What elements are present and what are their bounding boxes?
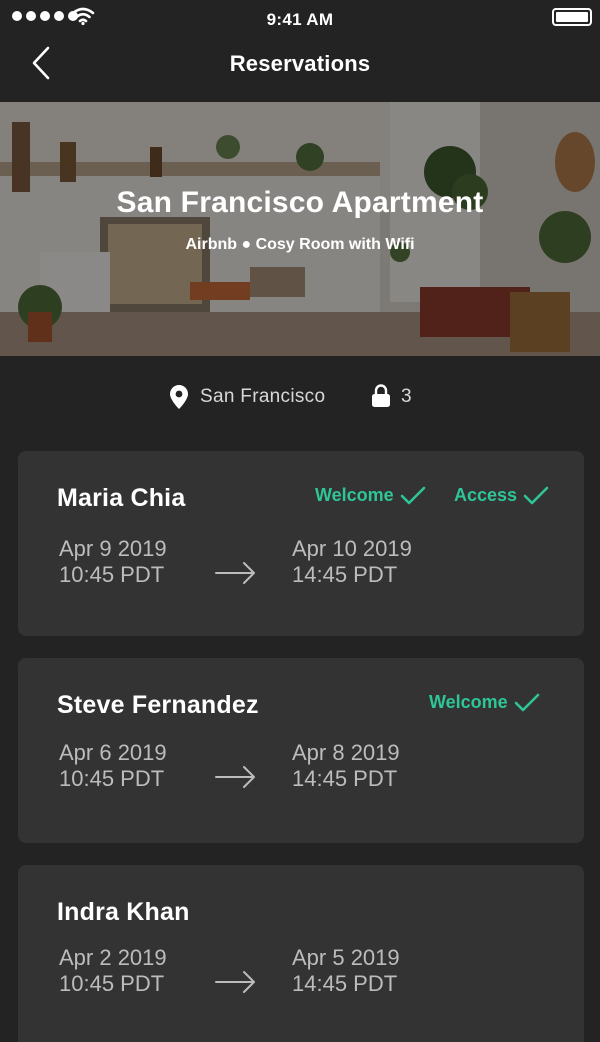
check-out-time: 14:45 PDT: [292, 562, 398, 587]
checkmark-icon: [523, 486, 549, 504]
property-info-row: San Francisco 3: [0, 378, 600, 418]
map-pin-icon: [170, 385, 188, 409]
checkmark-icon: [514, 693, 540, 711]
reservations-screen: 9:41 AM Reservations San Francisco Apart…: [0, 0, 600, 1042]
badge-label: Access: [454, 485, 518, 505]
check-out-datetime: Apr 10 2019 14:45 PDT: [292, 536, 412, 588]
reservation-card[interactable]: Steve Fernandez Welcome Apr 6 2019 10:45…: [18, 658, 584, 843]
hero-overlay: [0, 102, 600, 356]
arrow-right-icon: [215, 766, 255, 788]
arrow-right-icon: [215, 971, 255, 993]
badge-label: Welcome: [315, 485, 394, 505]
welcome-badge: Welcome: [315, 485, 426, 506]
check-out-datetime: Apr 8 2019 14:45 PDT: [292, 740, 400, 792]
lock-count: 3: [401, 386, 412, 407]
guest-name: Maria Chia: [57, 484, 186, 512]
check-in-date: Apr 2 2019: [59, 945, 167, 970]
check-in-datetime: Apr 2 2019 10:45 PDT: [59, 945, 167, 997]
checkmark-icon: [400, 486, 426, 504]
badge-label: Welcome: [429, 692, 508, 712]
check-out-date: Apr 8 2019: [292, 740, 400, 765]
property-subtitle: Airbnb ● Cosy Room with Wifi: [185, 236, 415, 253]
guest-name: Steve Fernandez: [57, 691, 259, 719]
access-badge: Access: [454, 485, 549, 506]
page-title: Reservations: [229, 51, 371, 76]
check-out-datetime: Apr 5 2019 14:45 PDT: [292, 945, 400, 997]
check-out-time: 14:45 PDT: [292, 971, 398, 996]
check-in-datetime: Apr 6 2019 10:45 PDT: [59, 740, 167, 792]
check-out-time: 14:45 PDT: [292, 766, 398, 791]
arrow-right-icon: [215, 562, 255, 584]
check-in-date: Apr 9 2019: [59, 536, 167, 561]
location-label: San Francisco: [200, 386, 326, 407]
reservation-card[interactable]: Maria Chia Welcome Access Apr 9 2019 10:…: [18, 451, 584, 636]
guest-name: Indra Khan: [57, 898, 190, 926]
check-in-time: 10:45 PDT: [59, 766, 165, 791]
battery-icon: [552, 8, 592, 26]
property-hero-image: San Francisco Apartment Airbnb ● Cosy Ro…: [0, 102, 600, 356]
status-bar: 9:41 AM: [0, 0, 600, 40]
check-out-date: Apr 5 2019: [292, 945, 400, 970]
welcome-badge: Welcome: [429, 692, 540, 713]
status-time: 9:41 AM: [266, 10, 334, 29]
check-in-time: 10:45 PDT: [59, 562, 165, 587]
property-title: San Francisco Apartment: [116, 186, 484, 219]
check-in-date: Apr 6 2019: [59, 740, 167, 765]
check-out-date: Apr 10 2019: [292, 536, 412, 561]
lock-icon: [372, 384, 390, 407]
navigation-bar: Reservations: [0, 40, 600, 102]
reservation-card[interactable]: Indra Khan Apr 2 2019 10:45 PDT Apr 5 20…: [18, 865, 584, 1042]
check-in-datetime: Apr 9 2019 10:45 PDT: [59, 536, 167, 588]
check-in-time: 10:45 PDT: [59, 971, 165, 996]
